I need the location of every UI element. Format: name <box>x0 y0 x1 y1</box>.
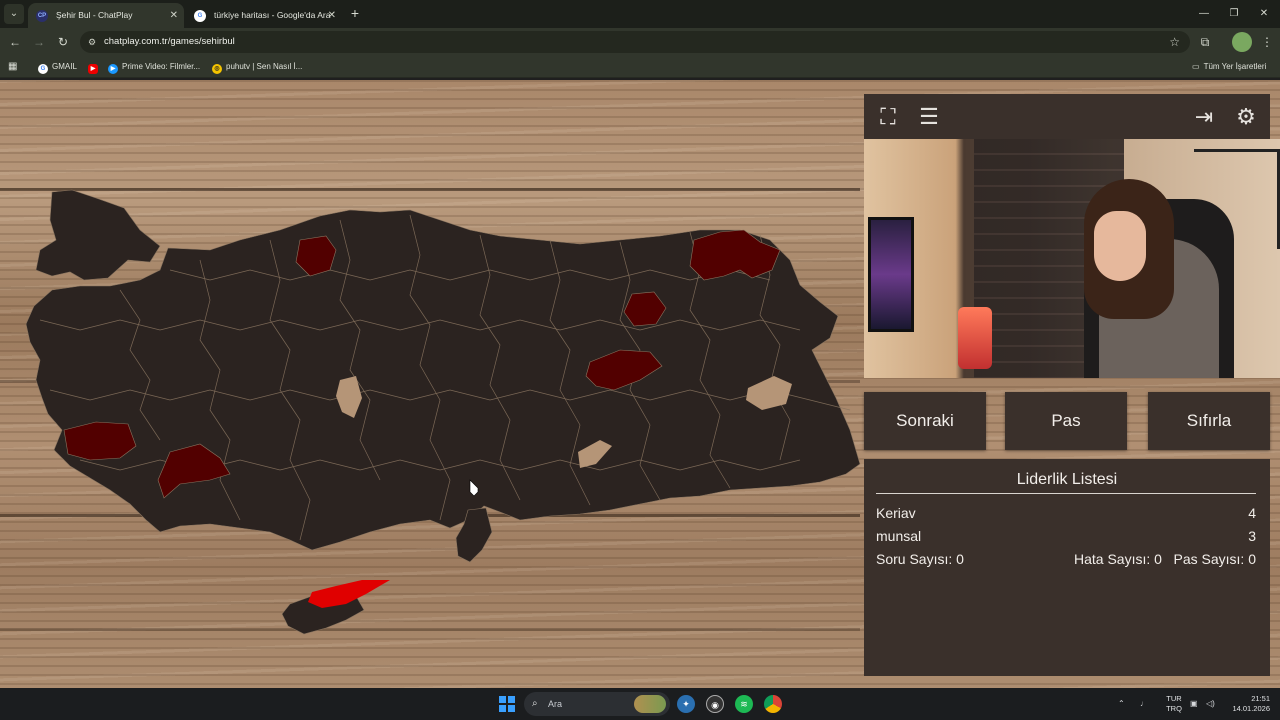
webcam-lamp <box>958 307 992 369</box>
gear-icon[interactable]: ⚙ <box>1230 101 1262 133</box>
google-favicon-icon: G <box>194 10 206 22</box>
game-stats: Soru Sayısı: 0 Hata Sayısı: 0 Pas Sayısı… <box>876 549 1256 569</box>
leaderboard-divider <box>876 493 1256 494</box>
puhutv-icon: ◎ <box>212 64 222 74</box>
leaderboard-title: Liderlik Listesi <box>1016 471 1118 488</box>
pass-count: Pas Sayısı: 0 <box>1173 551 1256 567</box>
close-tab-icon[interactable]: ✕ <box>328 3 336 28</box>
taskbar-search-placeholder: Ara <box>548 699 563 709</box>
reload-button[interactable]: ↻ <box>54 33 72 51</box>
tab-strip: ⌄ CP Şehir Bul - ChatPlay ✕ G türkiye ha… <box>0 0 1280 28</box>
google-icon: G <box>38 64 48 74</box>
webcam-monitor <box>868 217 914 332</box>
folder-icon: ▭ <box>1192 62 1200 71</box>
taskbar-search[interactable]: ⌕ Ara <box>524 692 670 716</box>
browser-menu-icon[interactable]: ⋮ <box>1258 33 1276 51</box>
microphone-icon[interactable]: ♩ <box>1140 688 1148 720</box>
close-window-button[interactable]: ✕ <box>1247 0 1280 28</box>
forward-button[interactable]: → <box>30 33 48 51</box>
leaderboard-row: Keriav 4 <box>876 503 1256 523</box>
extensions-icon[interactable]: ⧉ <box>1196 33 1214 51</box>
player-score: 4 <box>1248 505 1256 521</box>
pass-button[interactable]: Pas <box>1005 392 1127 450</box>
tab-search-button[interactable]: ⌄ <box>4 4 24 24</box>
tab-title: türkiye haritası - Google'da Ara <box>214 10 331 20</box>
bookmark-star-icon[interactable]: ☆ <box>1169 31 1180 53</box>
url-text: chatplay.com.tr/games/sehirbul <box>104 36 235 47</box>
chatplay-favicon-icon: CP <box>36 10 48 22</box>
bookmark-prime-video[interactable]: ▶ Prime Video: Filmler... <box>108 56 200 78</box>
spotify-icon[interactable]: ≋ <box>735 695 753 713</box>
language-indicator[interactable]: TUR TRQ <box>1164 694 1184 714</box>
close-tab-icon[interactable]: ✕ <box>170 3 178 28</box>
network-icon[interactable]: ▣ <box>1190 688 1198 720</box>
profile-avatar[interactable] <box>1232 32 1252 52</box>
restore-button[interactable]: ❐ <box>1217 0 1251 28</box>
leaderboard: Liderlik Listesi Keriav 4 munsal 3 Soru … <box>864 459 1270 676</box>
volume-icon[interactable]: ◁) <box>1206 688 1215 720</box>
map-region-thrace <box>35 189 161 281</box>
tab-google-search[interactable]: G türkiye haritası - Google'da Ara ✕ <box>186 3 342 28</box>
windows-start-icon[interactable] <box>499 696 515 712</box>
error-count: Hata Sayısı: 0 <box>1074 551 1162 567</box>
youtube-icon: ▶ <box>88 64 98 74</box>
chevron-up-icon[interactable]: ⌃ <box>1118 688 1125 720</box>
reset-button[interactable]: Sıfırla <box>1148 392 1270 450</box>
search-highlight-image <box>634 695 666 713</box>
site-info-icon[interactable]: ⚙ <box>88 31 96 53</box>
player-name: munsal <box>876 528 922 544</box>
game-actions: Sonraki Pas Sıfırla <box>864 392 1270 450</box>
bookmark-gmail[interactable]: G GMAIL <box>38 56 77 78</box>
tab-title: Şehir Bul - ChatPlay <box>56 10 133 20</box>
tab-sehir-bul[interactable]: CP Şehir Bul - ChatPlay ✕ <box>28 3 184 28</box>
notes-icon[interactable]: ☰ <box>913 101 945 133</box>
app-icon-network[interactable]: ✦ <box>677 695 695 713</box>
next-button[interactable]: Sonraki <box>864 392 986 450</box>
turkey-map[interactable] <box>0 80 864 688</box>
back-button[interactable]: ← <box>6 33 24 51</box>
question-count: Soru Sayısı: 0 <box>876 551 964 567</box>
address-bar[interactable]: ⚙ chatplay.com.tr/games/sehirbul ☆ <box>80 31 1190 53</box>
player-name: Keriav <box>876 505 916 521</box>
chrome-icon[interactable] <box>764 695 782 713</box>
fullscreen-icon[interactable]: ⛶ <box>872 101 904 133</box>
bookmarks-bar: ▦ G GMAIL ▶ ▶ Prime Video: Filmler... ◎ puh… <box>0 56 1280 78</box>
app-icon-steam[interactable]: ◉ <box>706 695 724 713</box>
taskbar: ⌕ Ara ✦ ◉ ≋ ⌃ ♩ TUR TRQ ▣ ◁) 21:51 14.01… <box>0 688 1280 720</box>
prime-video-icon: ▶ <box>108 64 118 74</box>
province-guessed-aydin <box>63 421 137 461</box>
apps-grid-icon[interactable]: ▦ <box>8 56 17 78</box>
bookmark-youtube[interactable]: ▶ <box>88 56 102 78</box>
minimize-button[interactable]: — <box>1187 0 1221 28</box>
all-bookmarks[interactable]: ▭ Tüm Yer İşaretleri <box>1192 56 1266 78</box>
browser-toolbar: ← → ↻ ⚙ chatplay.com.tr/games/sehirbul ☆… <box>0 28 1280 56</box>
new-tab-button[interactable]: + <box>346 4 364 22</box>
leaderboard-row: munsal 3 <box>876 526 1256 546</box>
player-score: 3 <box>1248 528 1256 544</box>
search-icon: ⌕ <box>532 698 538 709</box>
system-clock[interactable]: 21:51 14.01.2026 <box>1224 694 1270 714</box>
webcam-feed <box>864 139 1280 378</box>
game-toolbar: ⛶ ☰ ⇥ ⚙ <box>864 94 1270 139</box>
webcam-face <box>1094 211 1146 281</box>
bookmark-puhutv[interactable]: ◎ puhutv | Sen Nasıl İ... <box>212 56 302 78</box>
exit-icon[interactable]: ⇥ <box>1188 101 1220 133</box>
